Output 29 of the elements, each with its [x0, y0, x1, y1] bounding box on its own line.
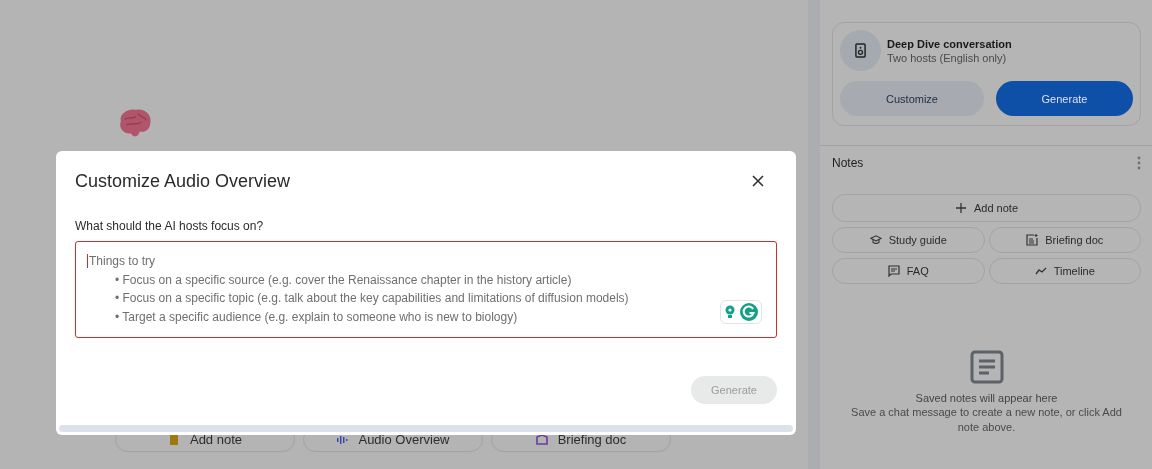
plus-icon	[954, 202, 967, 214]
close-icon[interactable]	[752, 175, 764, 187]
waveform-icon	[336, 433, 349, 446]
card-title: Deep Dive conversation	[887, 37, 1012, 50]
empty-notes-text: Save a chat message to create a new note, or click Add note above.	[850, 405, 1123, 435]
dialog-title: Customize Audio Overview	[75, 170, 291, 192]
chip-label: Briefing doc	[557, 432, 627, 447]
chip-label: Audio Overview	[358, 432, 450, 447]
notes-title: Notes	[832, 156, 864, 170]
chat-icon	[887, 265, 900, 277]
lightbulb-icon[interactable]	[724, 305, 736, 319]
trend-line-icon	[1034, 265, 1047, 277]
note-icon	[167, 433, 180, 446]
customize-button[interactable]: Customize	[840, 81, 984, 116]
document-icon	[535, 433, 548, 446]
speaker-icon	[840, 30, 881, 71]
empty-notes-title: Saved notes will appear here	[915, 392, 1058, 404]
field-label: What should the AI hosts focus on?	[75, 219, 265, 233]
focus-input-field[interactable]: Things to try • Focus on a specific source (e.g. cover the Renaissance chapter in the history article) • Focus on a specific topic (e.g. talk about the key capabilities and limitations of diffusion models) • Target a specific audience (e.g. explain to someone who is new to biology)	[75, 241, 777, 338]
add-note-button[interactable]: Add note	[832, 194, 1141, 222]
note-icon	[969, 350, 1004, 384]
scrollbar[interactable]	[59, 425, 793, 432]
graduation-cap-icon	[869, 234, 882, 246]
grammar-assistant-icon[interactable]	[740, 303, 758, 321]
chip-label: Add note	[189, 432, 242, 447]
more-options-icon[interactable]	[1137, 156, 1141, 170]
card-subtitle: Two hosts (English only)	[887, 51, 1008, 64]
document-icon	[1026, 234, 1039, 246]
generate-button[interactable]: Generate	[996, 81, 1133, 116]
